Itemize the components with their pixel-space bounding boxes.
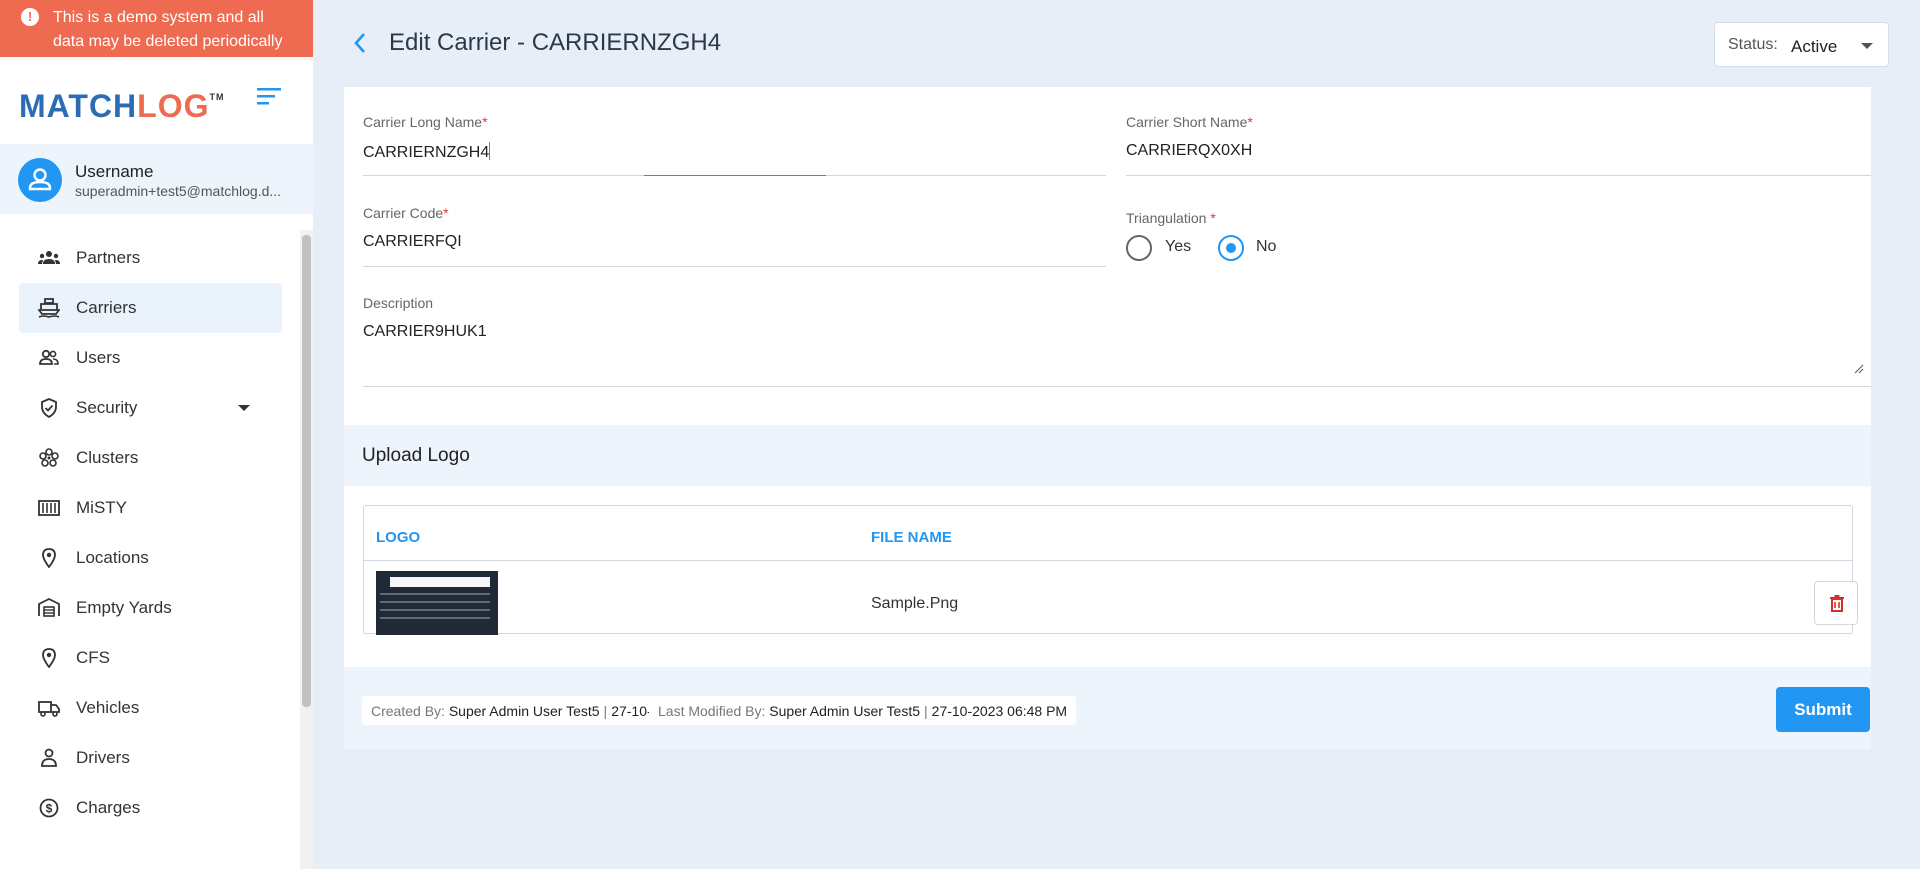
sidebar-item-users[interactable]: Users xyxy=(19,333,282,383)
logo-thumbnail[interactable] xyxy=(376,571,498,635)
matchlog-logo[interactable]: MATCHLOGTM xyxy=(19,88,224,125)
long-name-label: Carrier Long Name* xyxy=(363,114,488,130)
logo-trademark: TM xyxy=(209,92,225,102)
dollar-icon: $ xyxy=(39,798,59,818)
user-card[interactable]: Username superadmin+test5@matchlog.d... xyxy=(0,144,313,214)
carrier-code-underline xyxy=(363,266,1106,267)
container-icon xyxy=(38,500,60,516)
short-name-input[interactable]: CARRIERQX0XH xyxy=(1126,142,1252,160)
sidebar-item-label: Users xyxy=(76,348,121,367)
form-footer: Created By: Super Admin User Test5 | 27-10… xyxy=(344,667,1871,749)
truck-icon xyxy=(38,701,60,717)
carrier-form: Carrier Long Name* CARRIERNZGH4 Carrier … xyxy=(344,87,1871,425)
sidebar-item-security[interactable]: Security xyxy=(19,383,282,433)
status-label: Status: xyxy=(1728,36,1778,53)
sidebar-nav: Partners Carriers Users Security Cluster… xyxy=(0,233,300,833)
sidebar-item-label: Clusters xyxy=(76,448,139,467)
user-name: Username xyxy=(75,162,154,181)
ship-icon xyxy=(38,298,60,318)
location-pin-icon xyxy=(42,648,56,668)
sidebar-item-cfs[interactable]: CFS xyxy=(19,633,282,683)
sidebar-item-label: Drivers xyxy=(76,748,130,767)
long-name-input[interactable]: CARRIERNZGH4 xyxy=(363,142,491,162)
sidebar-item-misty[interactable]: MiSTY xyxy=(19,483,282,533)
user-avatar-icon xyxy=(28,168,52,191)
sidebar-item-label: Vehicles xyxy=(76,698,140,717)
resize-handle-icon[interactable] xyxy=(1854,364,1864,374)
chevron-down-icon xyxy=(1861,43,1873,49)
short-name-label: Carrier Short Name* xyxy=(1126,114,1253,130)
sidebar-item-charges[interactable]: $ Charges xyxy=(19,783,282,833)
sidebar-item-partners[interactable]: Partners xyxy=(19,233,282,283)
demo-banner-text: This is a demo system and all data may b… xyxy=(53,9,283,50)
sidebar-item-label: Empty Yards xyxy=(76,598,172,617)
sidebar-item-drivers[interactable]: Drivers xyxy=(19,733,282,783)
logo-part-match: MATCH xyxy=(19,88,138,124)
avatar xyxy=(18,158,62,202)
delete-logo-button[interactable] xyxy=(1814,581,1858,625)
trash-icon xyxy=(1830,595,1844,612)
sidebar-item-empty-yards[interactable]: Empty Yards xyxy=(19,583,282,633)
partners-icon xyxy=(38,251,60,264)
location-pin-icon xyxy=(42,548,56,568)
warning-icon: ! xyxy=(21,8,39,26)
sidebar-item-vehicles[interactable]: Vehicles xyxy=(19,683,282,733)
description-textarea[interactable]: CARRIER9HUK1 xyxy=(363,323,487,341)
svg-text:$: $ xyxy=(46,802,53,816)
triangulation-yes-radio[interactable] xyxy=(1126,235,1152,261)
upload-logo-section: LOGO FILE NAME Sample.Png xyxy=(344,486,1871,667)
logo-part-log: LOG xyxy=(137,88,210,124)
sidebar-item-clusters[interactable]: Clusters xyxy=(19,433,282,483)
carrier-code-label: Carrier Code* xyxy=(363,205,449,221)
sidebar-item-label: Partners xyxy=(76,248,141,267)
description-label: Description xyxy=(363,295,434,311)
users-icon xyxy=(39,349,59,365)
status-value: Active xyxy=(1791,37,1838,56)
warehouse-icon xyxy=(38,598,60,617)
triangulation-yes-label[interactable]: Yes xyxy=(1165,238,1191,256)
chevron-down-icon[interactable] xyxy=(238,405,250,411)
triangulation-no-radio[interactable] xyxy=(1218,235,1244,261)
logo-table: LOGO FILE NAME Sample.Png xyxy=(363,505,1858,635)
sidebar-item-label: Security xyxy=(76,398,138,417)
table-row-divider xyxy=(364,560,1852,561)
sidebar-item-label: Charges xyxy=(76,798,141,817)
sidebar: ! This is a demo system and all data may… xyxy=(0,0,313,869)
sidebar-item-label: Carriers xyxy=(76,298,137,317)
sidebar-scrollbar-thumb[interactable] xyxy=(302,235,311,707)
shield-icon xyxy=(41,398,57,418)
triangulation-label: Triangulation * xyxy=(1126,210,1216,226)
upload-logo-title: Upload Logo xyxy=(362,445,470,466)
upload-logo-header: Upload Logo xyxy=(344,425,1871,486)
column-header-file-name[interactable]: FILE NAME xyxy=(871,529,952,546)
demo-banner: ! This is a demo system and all data may… xyxy=(0,0,313,57)
modified-info: Last Modified By: Super Admin User Test5… xyxy=(649,696,1077,725)
short-name-underline xyxy=(1126,175,1871,176)
triangulation-no-label[interactable]: No xyxy=(1256,238,1276,256)
submit-button[interactable]: Submit xyxy=(1776,687,1870,732)
sidebar-item-label: Locations xyxy=(76,548,149,567)
clusters-icon xyxy=(39,448,59,467)
person-icon xyxy=(41,748,57,767)
page-title: Edit Carrier - CARRIERNZGH4 xyxy=(389,29,722,56)
user-email: superadmin+test5@matchlog.d... xyxy=(75,183,282,199)
sidebar-item-locations[interactable]: Locations xyxy=(19,533,282,583)
file-name-cell: Sample.Png xyxy=(871,595,959,612)
carrier-code-input[interactable]: CARRIERFQI xyxy=(363,233,462,251)
column-header-logo[interactable]: LOGO xyxy=(376,529,420,546)
sidebar-item-carriers[interactable]: Carriers xyxy=(19,283,282,333)
menu-toggle-icon[interactable] xyxy=(257,88,283,113)
long-name-focus-line xyxy=(644,175,826,176)
back-arrow-icon[interactable] xyxy=(349,30,371,61)
description-underline xyxy=(363,386,1871,387)
status-select[interactable]: Status: Active xyxy=(1714,22,1889,67)
text-cursor xyxy=(489,142,491,160)
sidebar-item-label: MiSTY xyxy=(76,498,127,517)
sidebar-item-label: CFS xyxy=(76,648,110,667)
